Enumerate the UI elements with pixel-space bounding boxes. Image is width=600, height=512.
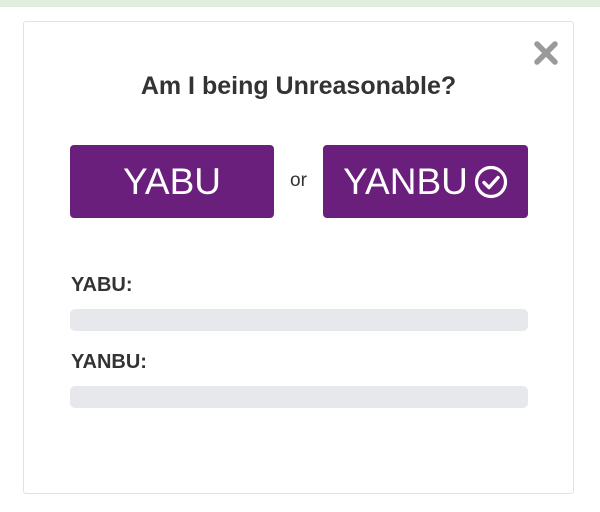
close-icon [533,40,559,66]
yanbu-button[interactable]: YANBU [323,145,528,218]
yabu-progress-bar [70,309,528,331]
vote-modal: Am I being Unreasonable? YABU or YANBU Y… [23,21,574,494]
page-top-strip [0,0,600,7]
yabu-button[interactable]: YABU [70,145,274,218]
vote-buttons: YABU or YANBU [70,145,528,219]
yabu-result-label: YABU: [71,274,133,296]
yabu-button-label: YABU [122,160,221,202]
or-separator: or [290,170,307,191]
yanbu-button-label: YANBU [343,160,468,202]
yanbu-result-label: YANBU: [71,351,147,373]
close-button[interactable] [533,40,559,66]
modal-title: Am I being Unreasonable? [140,72,457,100]
check-circle-icon [474,165,508,199]
yanbu-progress-bar [70,386,528,408]
